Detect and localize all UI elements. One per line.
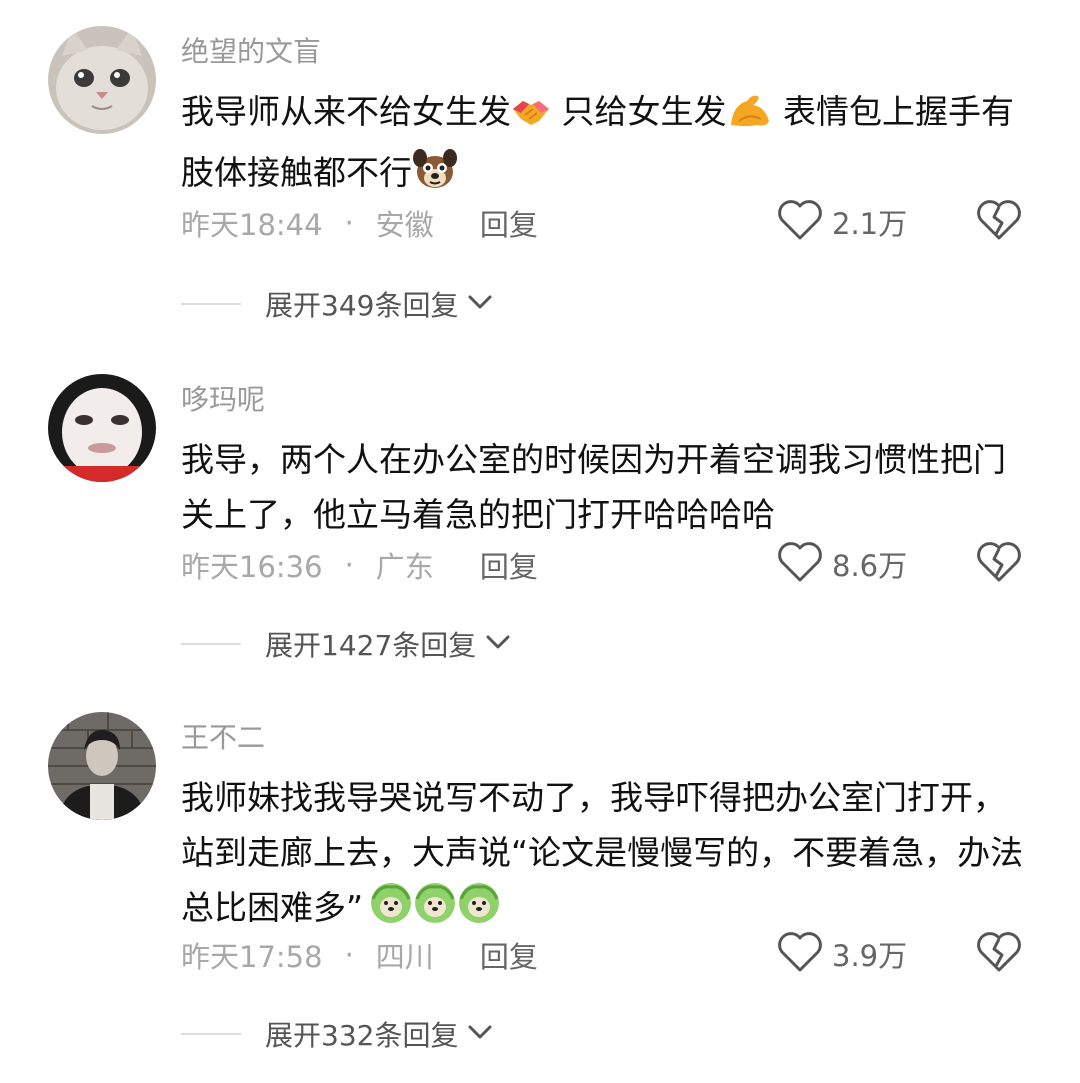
comment-text: 我师妹找我导哭说写不动了，我导吓得把办公室门打开，站到走廊上去，大声说“论文是慢…: [181, 770, 1031, 941]
comment-location: 四川: [375, 940, 434, 974]
like-button[interactable]: 2.1万: [776, 198, 907, 246]
like-count: 2.1万: [832, 207, 908, 241]
chevron-down-icon: [484, 632, 512, 656]
chevron-down-icon: [466, 292, 494, 316]
like-count: 8.6万: [832, 549, 908, 583]
comment-text-part: 我导师从来不给女生发: [181, 92, 511, 131]
username[interactable]: 王不二: [181, 716, 265, 756]
reply-button[interactable]: 回复: [480, 202, 538, 244]
expand-replies-button[interactable]: 展开349条回复: [181, 284, 494, 324]
pale-face-avatar-icon[interactable]: [48, 374, 156, 482]
username[interactable]: 哆玛呢: [181, 378, 265, 418]
reply-button[interactable]: 回复: [480, 544, 538, 586]
dog-emoji-icon: [412, 146, 458, 206]
heart-icon: [776, 930, 824, 978]
comment-text-part: 我师妹找我导哭说写不动了，我导吓得把办公室门打开，站到走廊上去，大声说“论文是慢…: [181, 778, 1024, 927]
separator-dot: ·: [344, 206, 354, 240]
comment-text: 我导师从来不给女生发 只给女生发 表情包上握手有肢体接触都不行: [181, 84, 1031, 206]
comment-time: 昨天17:58: [181, 940, 323, 974]
broken-heart-icon: [975, 542, 1023, 588]
broken-heart-icon: [975, 200, 1023, 246]
reply-button[interactable]: 回复: [480, 934, 538, 976]
separator-dot: ·: [344, 938, 354, 972]
comment-meta: 昨天18:44 · 安徽 回复: [181, 202, 538, 244]
comment-text-part: 我导，两个人在办公室的时候因为开着空调我习惯性把门关上了，他立马着急的把门打开哈…: [181, 440, 1006, 534]
dislike-button[interactable]: [975, 540, 1023, 588]
like-button[interactable]: 3.9万: [776, 930, 907, 978]
divider-line: [181, 643, 241, 645]
handshake-emoji-icon: [511, 90, 551, 145]
cat-avatar-icon[interactable]: [48, 26, 156, 134]
dislike-button[interactable]: [975, 198, 1023, 246]
comment-meta: 昨天17:58 · 四川 回复: [181, 934, 538, 976]
expand-replies-label: 展开1427条回复: [265, 629, 477, 662]
dislike-button[interactable]: [975, 930, 1023, 978]
divider-line: [181, 303, 241, 305]
chevron-down-icon: [466, 1022, 494, 1046]
comment-meta: 昨天16:36 · 广东 回复: [181, 544, 538, 586]
like-button[interactable]: 8.6万: [776, 540, 907, 588]
comment-text-part: 只给女生发: [551, 92, 727, 131]
expand-replies-button[interactable]: 展开332条回复: [181, 1014, 494, 1054]
expand-replies-label: 展开349条回复: [265, 289, 459, 322]
comment-time: 昨天18:44: [181, 208, 323, 242]
comment-location: 广东: [375, 550, 434, 584]
expand-replies-button[interactable]: 展开1427条回复: [181, 624, 512, 664]
comment-text: 我导，两个人在办公室的时候因为开着空调我习惯性把门关上了，他立马着急的把门打开哈…: [181, 432, 1031, 542]
broken-heart-icon: [975, 932, 1023, 978]
like-count: 3.9万: [832, 939, 908, 973]
comment-time: 昨天16:36: [181, 550, 323, 584]
flexed-biceps-emoji-icon: [727, 90, 773, 145]
separator-dot: ·: [344, 548, 354, 582]
heart-icon: [776, 540, 824, 588]
cabbage-dog-emoji-icon: [369, 881, 413, 941]
expand-replies-label: 展开332条回复: [265, 1019, 459, 1052]
heart-icon: [776, 198, 824, 246]
username[interactable]: 绝望的文盲: [181, 30, 321, 70]
comment-location: 安徽: [375, 208, 434, 242]
man-photo-avatar-icon[interactable]: [48, 712, 156, 820]
cabbage-dog-emoji-icon: [457, 881, 501, 941]
divider-line: [181, 1033, 241, 1035]
cabbage-dog-emoji-icon: [413, 881, 457, 941]
